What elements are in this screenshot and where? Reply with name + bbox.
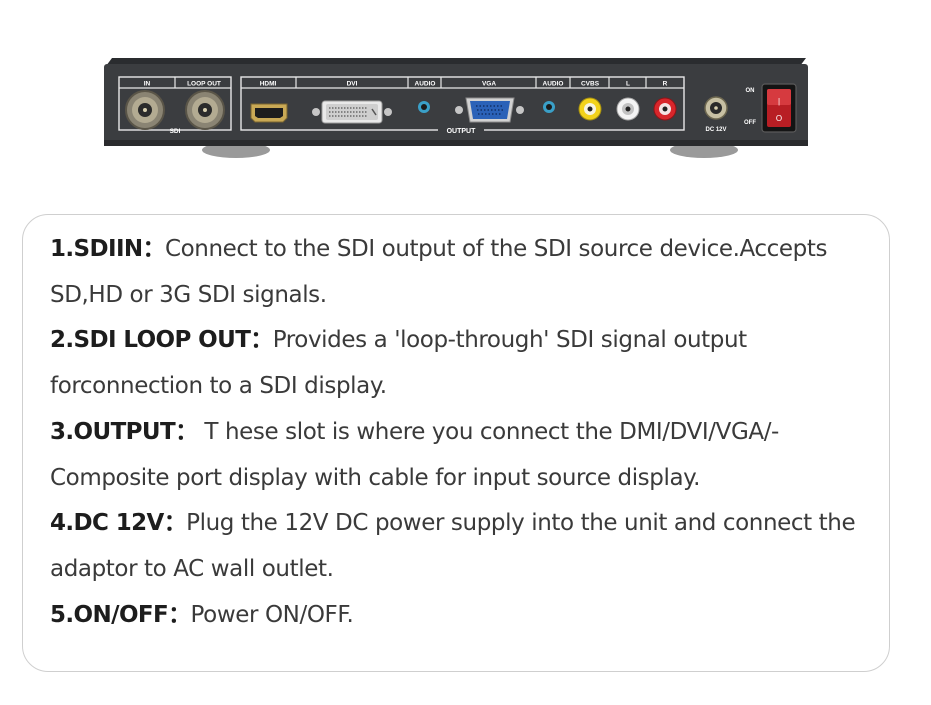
item-title: 3.OUTPUT： <box>50 418 198 445</box>
item-title: 2.SDI LOOP OUT： <box>50 327 273 354</box>
audio-l-rca-jack[interactable] <box>616 97 640 121</box>
audio-r-rca-jack[interactable] <box>653 97 677 121</box>
description-card: 1.SDIIN：Connect to the SDI output of the… <box>22 214 890 672</box>
sdi-loop-out-bnc-connector[interactable] <box>185 90 225 130</box>
audio-jack-2[interactable] <box>543 101 555 113</box>
switch-off-glyph: O <box>776 114 782 123</box>
audio-jack-1[interactable] <box>418 101 430 113</box>
item-title: 1.SDIIN： <box>50 236 166 262</box>
sdi-loop-out-label: LOOP OUT <box>187 81 221 88</box>
description-item-sdi-in: 1.SDIIN：Connect to the SDI output of the… <box>50 227 880 318</box>
switch-on-glyph: | <box>778 97 780 106</box>
audio-label-1: AUDIO <box>415 81 436 88</box>
device-rear-panel: IN LOOP OUT SDI HDMI DVI AUDIO VGA AUDIO… <box>104 58 808 158</box>
dc-12v-power-jack[interactable] <box>704 96 728 120</box>
hdmi-port[interactable] <box>250 103 288 123</box>
power-switch[interactable]: | O <box>761 83 797 133</box>
switch-on-label: ON <box>746 88 755 94</box>
vga-label: VGA <box>482 81 496 88</box>
item-title: 5.ON/OFF： <box>50 601 191 628</box>
port-description-list: 1.SDIIN：Connect to the SDI output of the… <box>50 227 880 638</box>
l-label: L <box>626 81 630 88</box>
description-item-output: 3.OUTPUT： T hese slot is where you conne… <box>50 410 880 501</box>
dvi-label: DVI <box>347 81 358 88</box>
description-item-on-off: 5.ON/OFF：Power ON/OFF. <box>50 593 880 639</box>
hdmi-label: HDMI <box>260 81 277 88</box>
cvbs-rca-jack[interactable] <box>578 97 602 121</box>
output-label: OUTPUT <box>447 128 477 135</box>
item-text: Power ON/OFF. <box>190 601 354 628</box>
dvi-port[interactable] <box>312 100 392 124</box>
description-item-dc-12v: 4.DC 12V：Plug the 12V DC power supply in… <box>50 501 880 592</box>
sdi-label: SDI <box>170 128 181 135</box>
switch-off-label: OFF <box>744 120 756 126</box>
item-title: 4.DC 12V： <box>50 510 187 537</box>
description-item-sdi-loop-out: 2.SDI LOOP OUT：Provides a 'loop-through'… <box>50 318 880 409</box>
cvbs-label: CVBS <box>581 81 600 88</box>
device-photo: IN LOOP OUT SDI HDMI DVI AUDIO VGA AUDIO… <box>0 0 931 200</box>
audio-label-2: AUDIO <box>543 81 564 88</box>
dc-12v-label: DC 12V <box>705 127 726 133</box>
sdi-in-label: IN <box>144 81 151 88</box>
sdi-in-bnc-connector[interactable] <box>125 90 165 130</box>
item-text: Connect to the SDI output of the SDI sou… <box>50 236 828 308</box>
r-label: R <box>663 81 668 88</box>
